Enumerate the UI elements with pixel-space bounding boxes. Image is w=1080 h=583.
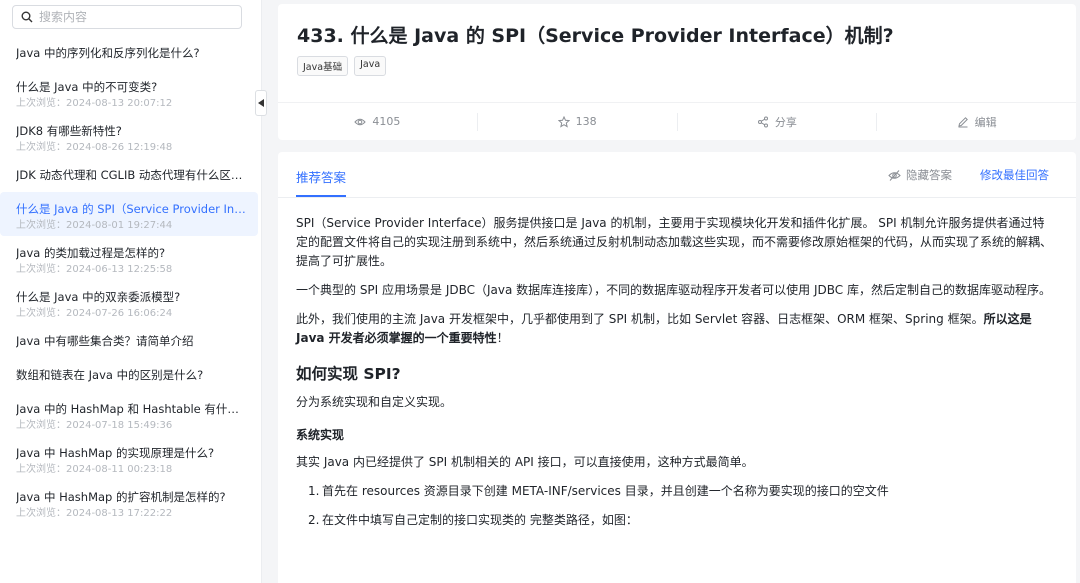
list-text: 在文件中填写自己定制的接口实现类的 完整类路径，如图： — [322, 513, 638, 527]
tag[interactable]: Java — [354, 56, 387, 76]
edit-button[interactable]: 编辑 — [877, 113, 1076, 131]
question-list-item[interactable]: Java 中 HashMap 的实现原理是什么? 上次浏览：2024-08-11 … — [0, 436, 261, 480]
last-viewed-time: 上次浏览：2024-07-18 15:49:36 — [16, 420, 173, 431]
last-viewed-time: 上次浏览：2024-08-26 12:19:48 — [16, 142, 173, 153]
share-icon — [757, 116, 768, 127]
tab-recommended-answer[interactable]: 推荐答案 — [296, 167, 346, 186]
pencil-icon — [957, 116, 968, 127]
list-number: 2. — [308, 513, 320, 527]
question-list-item[interactable]: JDK 动态代理和 CGLIB 动态代理有什么区别? — [0, 158, 261, 192]
question-title: 什么是 Java 中的不可变类? — [16, 80, 158, 94]
paragraph: 其实 Java 内已经提供了 SPI 机制相关的 API 接口，可以直接使用，这… — [296, 455, 754, 469]
paragraph-text: 此外，我们使用的主流 Java 开发框架中，几乎都使用到了 SPI 机制，比如 … — [296, 312, 984, 326]
question-title: JDK8 有哪些新特性? — [16, 124, 122, 138]
edit-label: 编辑 — [974, 115, 997, 129]
subsection-heading: 系统实现 — [296, 428, 345, 442]
list-item: 2. 在文件中填写自己定制的接口实现类的 完整类路径，如图： — [308, 511, 1056, 530]
question-title: Java 中有哪些集合类？请简单介绍 — [16, 334, 194, 348]
stats-bar: 4105 138 分享 编辑 — [278, 102, 1076, 140]
hide-answer-label: 隐藏答案 — [906, 168, 952, 182]
question-title: Java 中 HashMap 的实现原理是什么? — [16, 446, 215, 460]
question-list: Java 中的序列化和反序列化是什么? 什么是 Java 中的不可变类? 上次浏览：… — [0, 36, 261, 524]
question-list-item[interactable]: Java 中有哪些集合类？请简单介绍 — [0, 324, 261, 358]
question-list-item[interactable]: 什么是 Java 中的双亲委派模型? 上次浏览：2024-07-26 16:06:… — [0, 280, 261, 324]
paragraph-text: ！ — [496, 331, 509, 345]
question-title: 什么是 Java 中的双亲委派模型? — [16, 290, 181, 304]
last-viewed-time: 上次浏览：2024-08-11 00:23:18 — [16, 464, 173, 475]
section-heading: 如何实现 SPI? — [296, 365, 401, 383]
edit-best-answer-link[interactable]: 修改最佳回答 — [980, 167, 1049, 183]
star-count: 138 — [575, 115, 597, 128]
last-viewed-time: 上次浏览：2024-07-26 16:06:24 — [16, 308, 173, 319]
views-stat: 4105 — [278, 112, 478, 131]
question-list-item[interactable]: 什么是 Java 的 SPI（Service Provider Interfa.… — [0, 192, 258, 236]
answer-content: SPI（Service Provider Interface）服务提供接口是 J… — [296, 214, 1056, 540]
question-title: 数组和链表在 Java 中的区别是什么? — [16, 368, 204, 382]
tag-list: Java基础 Java — [297, 56, 387, 76]
question-list-item[interactable]: 数组和链表在 Java 中的区别是什么? — [0, 358, 261, 392]
question-title: JDK 动态代理和 CGLIB 动态代理有什么区别? — [16, 168, 248, 182]
page-title: 433. 什么是 Java 的 SPI（Service Provider Int… — [297, 25, 894, 47]
hide-answer-button[interactable]: 隐藏答案 — [888, 167, 952, 183]
list-text: 首先在 resources 资源目录下创建 META-INF/services … — [322, 484, 889, 498]
paragraph: 一个典型的 SPI 应用场景是 JDBC（Java 数据库连接库），不同的数据库… — [296, 283, 1051, 297]
question-list-item[interactable]: Java 的类加载过程是怎样的? 上次浏览：2024-06-13 12:25:58 — [0, 236, 261, 280]
question-title: Java 中的 HashMap 和 Hashtable 有什么区... — [16, 402, 248, 416]
star-button[interactable]: 138 — [478, 112, 678, 131]
question-title: Java 中 HashMap 的扩容机制是怎样的? — [16, 490, 226, 504]
question-list-item[interactable]: Java 中的序列化和反序列化是什么? — [0, 36, 261, 70]
list-number: 1. — [308, 484, 320, 498]
search-icon — [21, 11, 33, 23]
tab-active-indicator — [296, 195, 346, 197]
last-viewed-time: 上次浏览：2024-06-13 12:25:58 — [16, 264, 173, 275]
question-list-item[interactable]: Java 中的 HashMap 和 Hashtable 有什么区... 上次浏览：… — [0, 392, 261, 436]
share-label: 分享 — [774, 115, 797, 129]
question-header: 433. 什么是 Java 的 SPI（Service Provider Int… — [278, 4, 1076, 140]
question-list-item[interactable]: JDK8 有哪些新特性? 上次浏览：2024-08-26 12:19:48 — [0, 114, 261, 158]
last-viewed-time: 上次浏览：2024-08-13 17:22:22 — [16, 508, 173, 519]
views-count: 4105 — [372, 115, 401, 128]
answer-tabbar: 推荐答案 隐藏答案 修改最佳回答 — [278, 152, 1076, 198]
chevron-left-icon — [258, 99, 264, 107]
search-input[interactable] — [39, 10, 229, 24]
question-list-item[interactable]: 什么是 Java 中的不可变类? 上次浏览：2024-08-13 20:07:12 — [0, 70, 261, 114]
list-item: 1. 首先在 resources 资源目录下创建 META-INF/servic… — [308, 482, 1056, 501]
tag[interactable]: Java基础 — [297, 56, 349, 76]
last-viewed-time: 上次浏览：2024-08-01 19:27:44 — [16, 220, 173, 231]
star-icon — [557, 115, 570, 128]
search-box[interactable] — [12, 5, 242, 29]
question-list-item[interactable]: Java 中 HashMap 的扩容机制是怎样的? 上次浏览：2024-08-13… — [0, 480, 261, 524]
paragraph: 分为系统实现和自定义实现。 — [296, 395, 453, 409]
question-title: Java 中的序列化和反序列化是什么? — [16, 46, 200, 60]
answer-panel: 推荐答案 隐藏答案 修改最佳回答 SPI（Service Provider In… — [278, 152, 1076, 583]
question-title: 什么是 Java 的 SPI（Service Provider Interfa.… — [16, 202, 248, 216]
paragraph: 此外，我们使用的主流 Java 开发框架中，几乎都使用到了 SPI 机制，比如 … — [296, 310, 1056, 348]
last-viewed-time: 上次浏览：2024-08-13 20:07:12 — [16, 98, 173, 109]
eye-icon — [354, 118, 367, 125]
paragraph: SPI（Service Provider Interface）服务提供接口是 J… — [296, 216, 1053, 268]
eye-off-icon — [888, 169, 901, 181]
question-title: Java 的类加载过程是怎样的? — [16, 246, 166, 260]
share-button[interactable]: 分享 — [678, 112, 878, 131]
collapse-sidebar-button[interactable] — [255, 90, 267, 116]
sidebar: Java 中的序列化和反序列化是什么? 什么是 Java 中的不可变类? 上次浏览：… — [0, 0, 262, 583]
